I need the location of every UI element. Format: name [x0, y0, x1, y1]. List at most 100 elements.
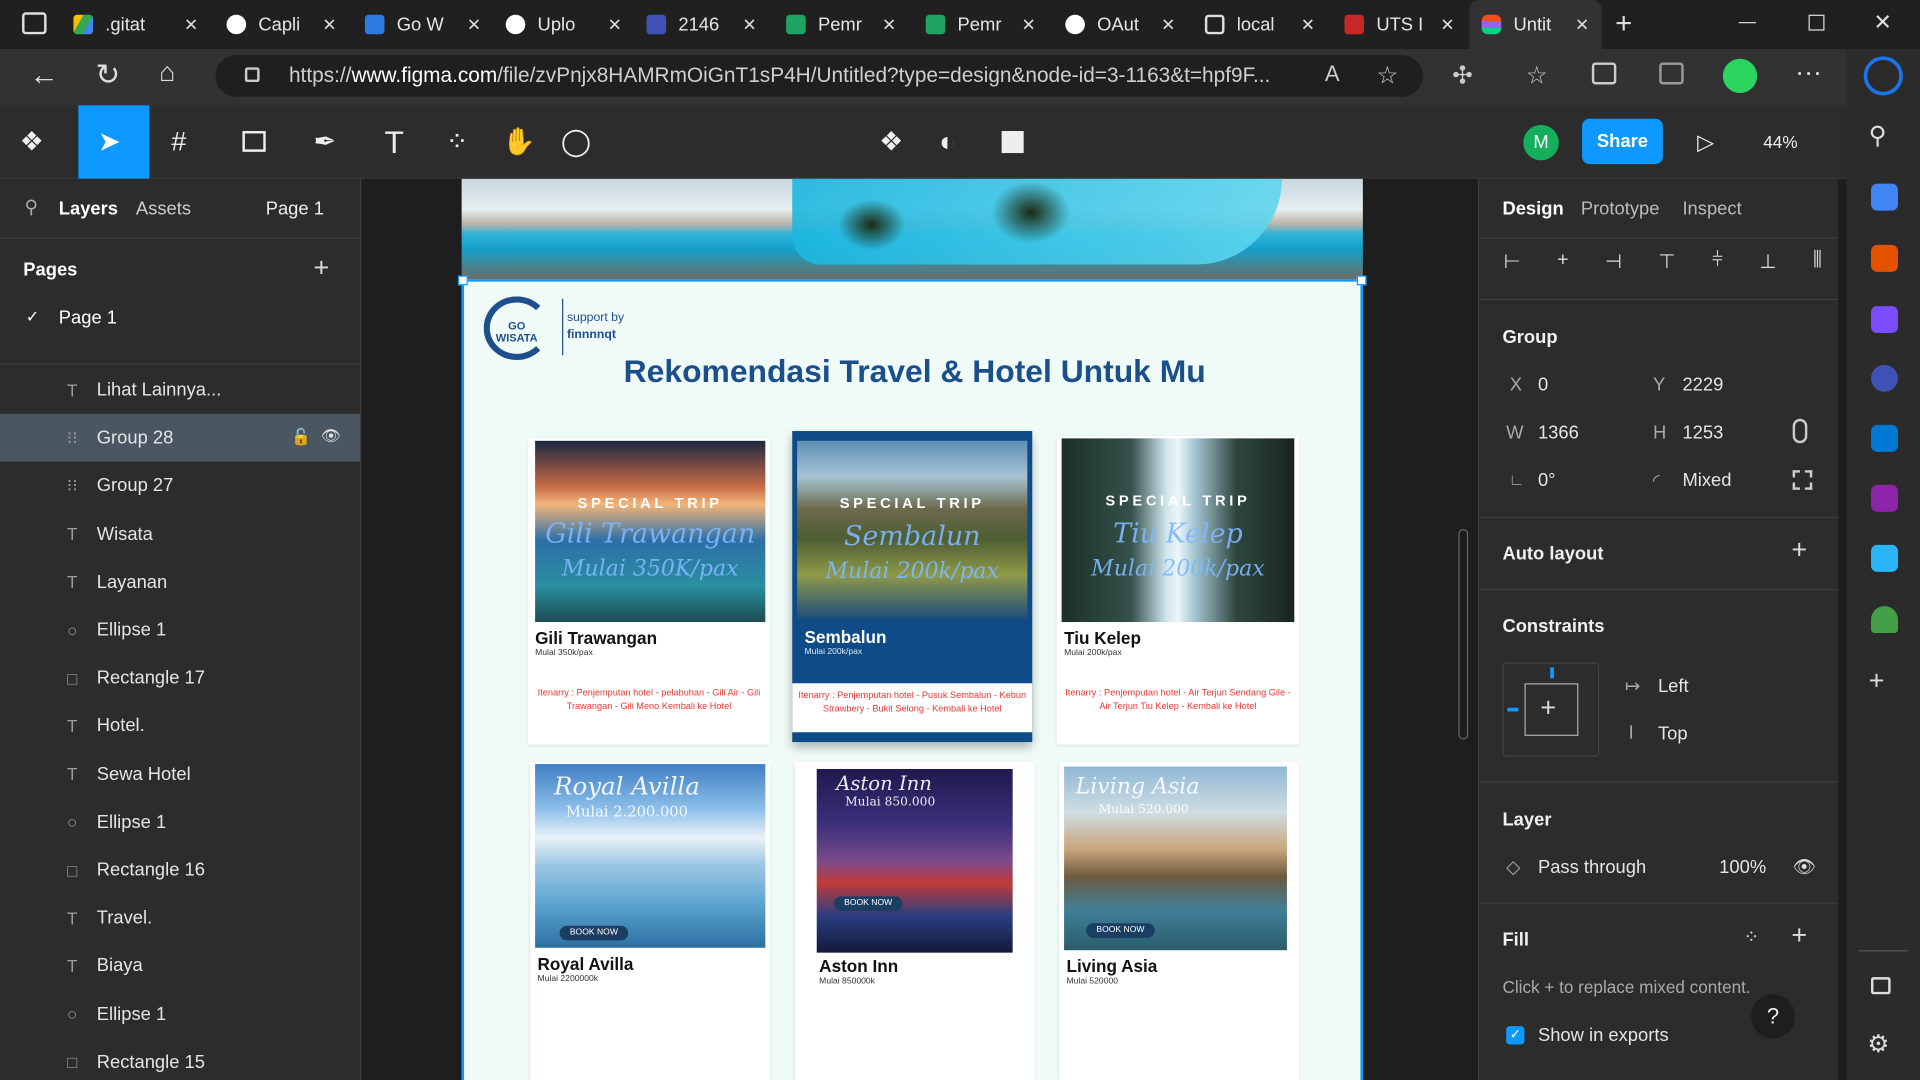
style-grid-icon[interactable]: ⁘ — [1744, 926, 1759, 948]
layer-row[interactable]: T Hotel. — [0, 702, 360, 750]
outlook-icon[interactable] — [1871, 424, 1898, 452]
constrain-proportions-icon[interactable] — [1792, 418, 1808, 444]
close-icon[interactable]: ✕ — [1161, 15, 1175, 36]
x-field[interactable]: 0 — [1538, 375, 1548, 396]
page-selector[interactable]: Page 1 — [266, 198, 324, 219]
align-top-icon[interactable]: ⊤ — [1658, 250, 1675, 277]
close-icon[interactable]: ✕ — [1022, 15, 1036, 36]
close-icon[interactable]: ✕ — [1575, 15, 1589, 36]
page-item[interactable]: Page 1 — [59, 307, 117, 328]
layer-row[interactable]: ○ Ellipse 1 — [0, 606, 360, 654]
layer-row[interactable]: T Biaya — [0, 942, 360, 990]
visibility-eye-icon[interactable]: 👁 — [1793, 856, 1816, 878]
tab-layers[interactable]: Layers — [59, 198, 118, 219]
tab-assets[interactable]: Assets — [136, 198, 191, 219]
bing-icon[interactable] — [1863, 56, 1903, 96]
add-page-icon[interactable]: + — [313, 252, 329, 284]
close-window-icon[interactable]: ✕ — [1873, 10, 1891, 36]
zoom-level[interactable]: 44% — [1763, 132, 1797, 152]
split-screen-icon[interactable] — [1871, 977, 1891, 995]
add-fill-icon[interactable]: + — [1791, 920, 1807, 952]
extensions-icon[interactable]: ✣ — [1452, 60, 1473, 91]
figma-menu-icon[interactable]: ❖ — [20, 125, 44, 159]
shopping-icon[interactable] — [1871, 183, 1898, 211]
share-button[interactable]: Share — [1582, 118, 1663, 165]
layer-row[interactable]: T Travel. — [0, 894, 360, 942]
constraint-widget[interactable]: + — [1502, 662, 1600, 757]
add-auto-layout-icon[interactable]: + — [1791, 534, 1807, 566]
layer-row[interactable]: ⁝⁝ Group 28 🔓 👁 — [0, 414, 361, 462]
send-icon[interactable] — [1871, 544, 1898, 572]
browser-tab[interactable]: local ✕ — [1204, 0, 1327, 49]
align-left-icon[interactable]: ⊢ — [1504, 250, 1521, 277]
tab-actions-icon[interactable] — [22, 12, 47, 35]
more-icon[interactable]: ··· — [1795, 56, 1822, 88]
unlock-icon[interactable]: 🔓 — [291, 428, 311, 448]
hotel-card[interactable]: Royal Avilla Mulai 2.200.000 BOOK NOW Ro… — [530, 761, 771, 1080]
present-icon[interactable]: ▷ — [1697, 125, 1714, 159]
hotel-card[interactable]: Aston Inn Mulai 850.000 BOOK NOW Aston I… — [794, 761, 1035, 1080]
copilot-icon[interactable] — [1871, 364, 1898, 392]
vertical-constraint-select[interactable]: Top — [1658, 724, 1688, 745]
layer-row[interactable]: ⁝⁝ Group 27 — [0, 462, 360, 510]
layer-row[interactable]: T Lihat Lainnya... — [0, 366, 360, 414]
align-middle-icon[interactable]: ⫩ — [1712, 250, 1723, 277]
close-icon[interactable]: ✕ — [1440, 15, 1454, 36]
browser-tab[interactable]: Pemr ✕ — [925, 0, 1048, 49]
y-field[interactable]: 2229 — [1682, 375, 1723, 396]
shape-tool-icon[interactable] — [242, 131, 266, 152]
hand-tool-icon[interactable]: ✋ — [502, 125, 536, 159]
constraint-left-marker[interactable] — [1507, 707, 1519, 712]
text-tool-icon[interactable]: T — [384, 125, 403, 159]
close-icon[interactable]: ✕ — [882, 15, 896, 36]
tools-icon[interactable] — [1871, 244, 1898, 272]
close-icon[interactable]: ✕ — [467, 15, 481, 36]
home-icon[interactable]: ⌂ — [159, 56, 175, 88]
visibility-eye-icon[interactable]: 👁 — [321, 426, 341, 446]
selection-handle[interactable] — [457, 275, 468, 286]
layer-row[interactable]: ○ Ellipse 1 — [0, 798, 360, 846]
group-section-label[interactable]: Group — [1502, 327, 1557, 348]
favorites-icon[interactable]: ☆ — [1526, 60, 1548, 91]
close-icon[interactable]: ✕ — [184, 15, 198, 36]
browser-tab-active[interactable]: Untit ✕ — [1469, 0, 1602, 49]
browser-tab[interactable]: Capli ✕ — [226, 0, 349, 49]
layer-row[interactable]: □ Rectangle 15 — [0, 1038, 360, 1080]
move-tool-icon[interactable]: ➤ — [98, 125, 121, 159]
w-field[interactable]: 1366 — [1538, 422, 1579, 443]
back-icon[interactable]: ← — [29, 59, 58, 93]
distribute-icon[interactable]: ⫼ — [1813, 250, 1822, 277]
avatar[interactable]: M — [1523, 124, 1559, 161]
resources-icon[interactable]: ⁘ — [446, 125, 469, 159]
browser-tab[interactable]: UTS I ✕ — [1344, 0, 1466, 49]
independent-corners-icon[interactable] — [1792, 470, 1813, 490]
tab-prototype[interactable]: Prototype — [1581, 198, 1660, 219]
layer-row[interactable]: T Wisata — [0, 510, 360, 558]
close-icon[interactable]: ✕ — [608, 15, 622, 36]
layer-row[interactable]: □ Rectangle 17 — [0, 654, 360, 702]
travel-card[interactable]: SPECIAL TRIP Tiu Kelep Mulai 200k/pax Ti… — [1056, 435, 1300, 745]
sync-icon[interactable] — [1659, 62, 1684, 85]
align-center-h-icon[interactable]: + — [1557, 250, 1568, 277]
layer-row[interactable]: □ Rectangle 16 — [0, 846, 360, 894]
travel-card-highlighted[interactable]: SPECIAL TRIP Sembalun Mulai 200k/pax Sem… — [792, 431, 1033, 743]
contrast-icon[interactable]: ◐ — [939, 125, 955, 159]
h-field[interactable]: 1253 — [1682, 422, 1723, 443]
layer-row[interactable]: T Sewa Hotel — [0, 750, 360, 798]
browser-tab[interactable]: 2146 ✕ — [646, 0, 769, 49]
comment-icon[interactable]: ◯ — [561, 125, 591, 159]
search-icon[interactable]: ⚲ — [24, 196, 37, 218]
horizontal-constraint-select[interactable]: Left — [1658, 676, 1689, 697]
book-now-button[interactable]: BOOK NOW — [833, 896, 903, 912]
minimize-icon[interactable] — [1738, 22, 1756, 24]
maximize-icon[interactable] — [1808, 14, 1825, 31]
new-tab-icon[interactable]: + — [1615, 7, 1632, 41]
settings-icon[interactable]: ⚙ — [1867, 1029, 1889, 1060]
favorite-add-icon[interactable]: ☆ — [1376, 60, 1398, 91]
frame-tool-icon[interactable]: # — [171, 125, 186, 159]
games-icon[interactable] — [1871, 306, 1898, 334]
layer-row[interactable]: ○ Ellipse 1 — [0, 990, 360, 1038]
constraint-top-marker[interactable] — [1550, 667, 1554, 679]
boolean-icon[interactable] — [1001, 131, 1024, 154]
hero-pool-image[interactable] — [461, 178, 1363, 280]
